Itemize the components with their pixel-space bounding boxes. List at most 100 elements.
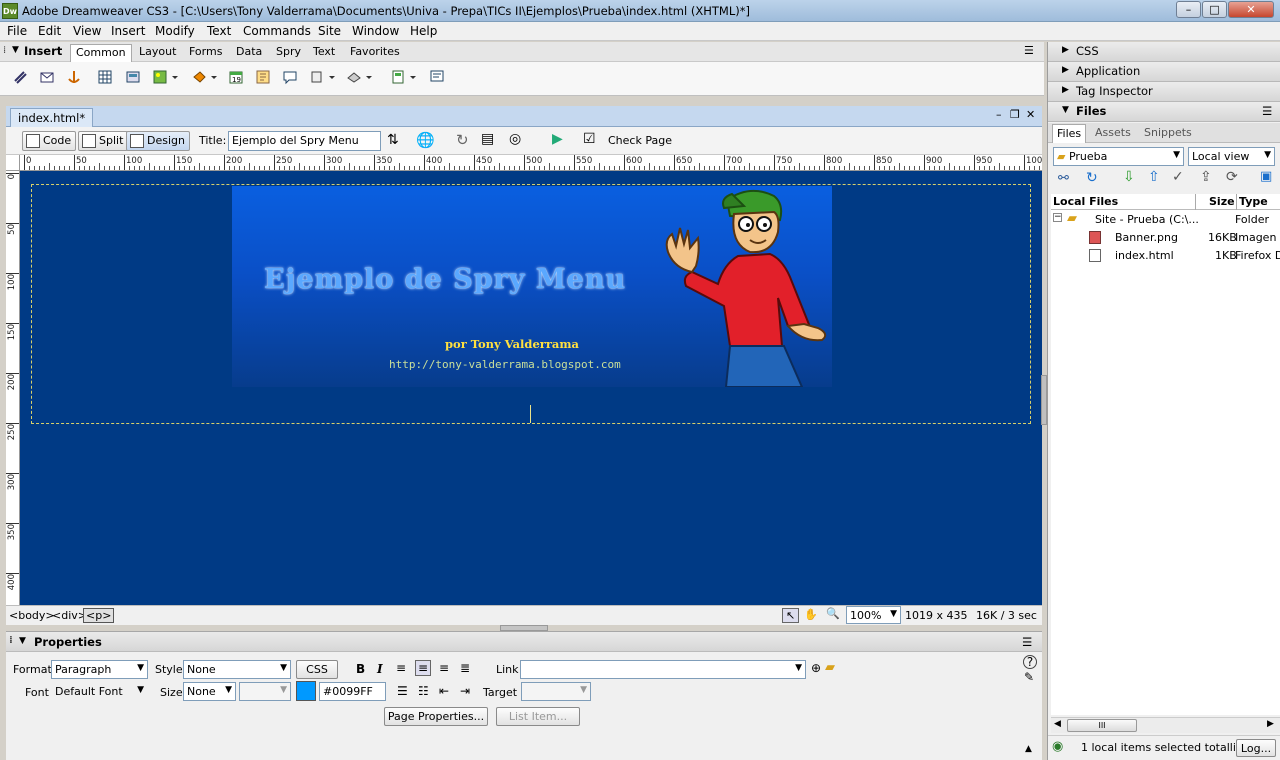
scrollbar-thumb[interactable]: III	[1067, 719, 1137, 732]
tag-div[interactable]: <div>	[52, 609, 87, 622]
menu-edit[interactable]: Edit	[38, 24, 61, 38]
tab-files[interactable]: Files	[1052, 124, 1087, 143]
hand-tool-icon[interactable]: ✋	[804, 608, 818, 621]
select-tool-icon[interactable]: ↖	[782, 608, 800, 623]
script-icon[interactable]	[345, 68, 375, 86]
column-size[interactable]: Size	[1209, 195, 1235, 208]
page-properties-button[interactable]: Page Properties...	[384, 707, 488, 726]
css-panel-group[interactable]: ▶ CSS	[1048, 42, 1280, 62]
panel-options-icon[interactable]: ☰	[1022, 635, 1032, 649]
properties-header[interactable]: ⁞ ▼ Properties ☰	[6, 632, 1042, 652]
files-panel-group[interactable]: ▼ Files ☰	[1048, 102, 1280, 122]
media-icon[interactable]	[190, 68, 220, 86]
menu-commands[interactable]: Commands	[243, 24, 311, 38]
visual-aids-icon[interactable]: ◎	[509, 131, 521, 147]
menu-text[interactable]: Text	[207, 24, 231, 38]
bold-icon[interactable]: B	[356, 662, 365, 676]
menu-modify[interactable]: Modify	[155, 24, 195, 38]
refresh-icon[interactable]: ↻	[1086, 170, 1098, 186]
tag-inspector-panel-group[interactable]: ▶ Tag Inspector	[1048, 82, 1280, 102]
horizontal-scrollbar[interactable]: ◀ III ▶	[1051, 717, 1280, 733]
title-input[interactable]: Ejemplo del Spry Menu	[228, 131, 381, 151]
banner-image[interactable]: Ejemplo de Spry Menu por Tony Valderrama…	[232, 186, 832, 387]
outdent-icon[interactable]: ⇤	[439, 684, 449, 698]
file-row-index[interactable]: index.html 1KB Firefox D...	[1051, 248, 1280, 266]
check-page-button[interactable]: Check Page	[608, 134, 672, 147]
tag-chooser-icon[interactable]	[428, 68, 446, 86]
zoom-tool-icon[interactable]: 🔍	[826, 607, 840, 620]
css-button[interactable]: CSS	[296, 660, 338, 679]
div-icon[interactable]	[124, 68, 142, 86]
size-unit-select[interactable]: ▼	[239, 682, 291, 701]
file-row-banner[interactable]: Banner.png 16KB Imagen ...	[1051, 230, 1280, 248]
site-select[interactable]: ▰ Prueba ▼	[1053, 147, 1184, 166]
file-row-site[interactable]: − ▰ Site - Prueba (C:\... Folder	[1051, 211, 1280, 230]
align-center-icon[interactable]: ≡	[415, 660, 432, 676]
window-size[interactable]: 1019 x 435	[905, 609, 968, 622]
menu-insert[interactable]: Insert	[111, 24, 145, 38]
column-local-files[interactable]: Local Files	[1053, 195, 1118, 208]
tab-spry[interactable]: Spry	[276, 45, 301, 58]
tab-forms[interactable]: Forms	[189, 45, 222, 58]
view-select[interactable]: Local view ▼	[1188, 147, 1275, 166]
insert-label[interactable]: Insert	[24, 44, 62, 58]
images-icon[interactable]	[151, 68, 181, 86]
align-right-icon[interactable]: ≡	[439, 661, 449, 675]
check-page-icon[interactable]: ☑	[583, 131, 596, 147]
tab-assets[interactable]: Assets	[1095, 126, 1131, 139]
tab-text[interactable]: Text	[313, 45, 335, 58]
panel-options-icon[interactable]: ☰	[1262, 104, 1272, 118]
menu-site[interactable]: Site	[318, 24, 341, 38]
zoom-select[interactable]: 100% ▼	[846, 606, 901, 624]
tab-snippets[interactable]: Snippets	[1144, 126, 1192, 139]
panel-options-icon[interactable]: ☰	[1024, 44, 1034, 57]
design-view-button[interactable]: Design	[126, 131, 190, 151]
close-button[interactable]: ✕	[1228, 1, 1274, 18]
unordered-list-icon[interactable]: ☰	[397, 684, 408, 698]
tab-data[interactable]: Data	[236, 45, 262, 58]
named-anchor-icon[interactable]	[65, 68, 83, 86]
synchronize-icon[interactable]: ⟳	[1226, 169, 1238, 185]
style-select[interactable]: None ▼	[183, 660, 291, 679]
log-button[interactable]: Log...	[1236, 739, 1276, 757]
scroll-left-icon[interactable]: ◀	[1054, 719, 1061, 729]
menu-help[interactable]: Help	[410, 24, 437, 38]
validate-markup-icon[interactable]: ▶	[552, 131, 563, 147]
menu-file[interactable]: File	[7, 24, 27, 38]
table-icon[interactable]	[96, 68, 114, 86]
quick-tag-editor-icon[interactable]: ✎	[1024, 670, 1034, 684]
code-view-button[interactable]: Code	[22, 131, 77, 151]
check-in-icon[interactable]: ⇪	[1200, 169, 1212, 185]
collapse-triangle-icon[interactable]: ▼	[19, 636, 26, 646]
tag-p[interactable]: <p>	[83, 608, 115, 623]
text-color-input[interactable]: #0099FF	[319, 682, 386, 701]
put-files-icon[interactable]: ⇧	[1148, 169, 1160, 185]
expand-site-icon[interactable]: ▣	[1260, 169, 1272, 184]
email-link-icon[interactable]	[38, 68, 56, 86]
size-select[interactable]: None ▼	[183, 682, 236, 701]
expand-triangle-icon[interactable]: ▲	[1025, 744, 1032, 754]
point-to-file-icon[interactable]: ⊕	[811, 661, 821, 675]
gripper-icon[interactable]: ⁞	[3, 45, 6, 56]
italic-icon[interactable]: I	[377, 662, 383, 676]
date-icon[interactable]: 19	[227, 68, 245, 86]
preview-browser-icon[interactable]: 🌐	[416, 131, 435, 149]
minimize-button[interactable]: –	[1176, 1, 1201, 18]
templates-icon[interactable]	[389, 68, 419, 86]
list-item-button[interactable]: List Item...	[496, 707, 580, 726]
check-out-icon[interactable]: ✓	[1172, 169, 1184, 185]
tab-common[interactable]: Common	[70, 44, 132, 62]
text-color-swatch[interactable]	[296, 681, 316, 701]
menu-view[interactable]: View	[73, 24, 101, 38]
link-input[interactable]: ▼	[520, 660, 806, 679]
connect-icon[interactable]: ⚯	[1058, 171, 1069, 186]
tab-favorites[interactable]: Favorites	[350, 45, 400, 58]
document-tab-index[interactable]: index.html*	[10, 108, 94, 127]
tree-collapse-icon[interactable]: −	[1053, 213, 1062, 222]
hyperlink-icon[interactable]	[11, 68, 29, 86]
scroll-right-icon[interactable]: ▶	[1267, 719, 1274, 729]
tag-body[interactable]: <body>	[9, 609, 55, 622]
doc-restore-button[interactable]: ❐	[1010, 108, 1020, 121]
collapse-triangle-icon[interactable]: ▼	[12, 45, 19, 55]
maximize-button[interactable]: □	[1202, 1, 1227, 18]
